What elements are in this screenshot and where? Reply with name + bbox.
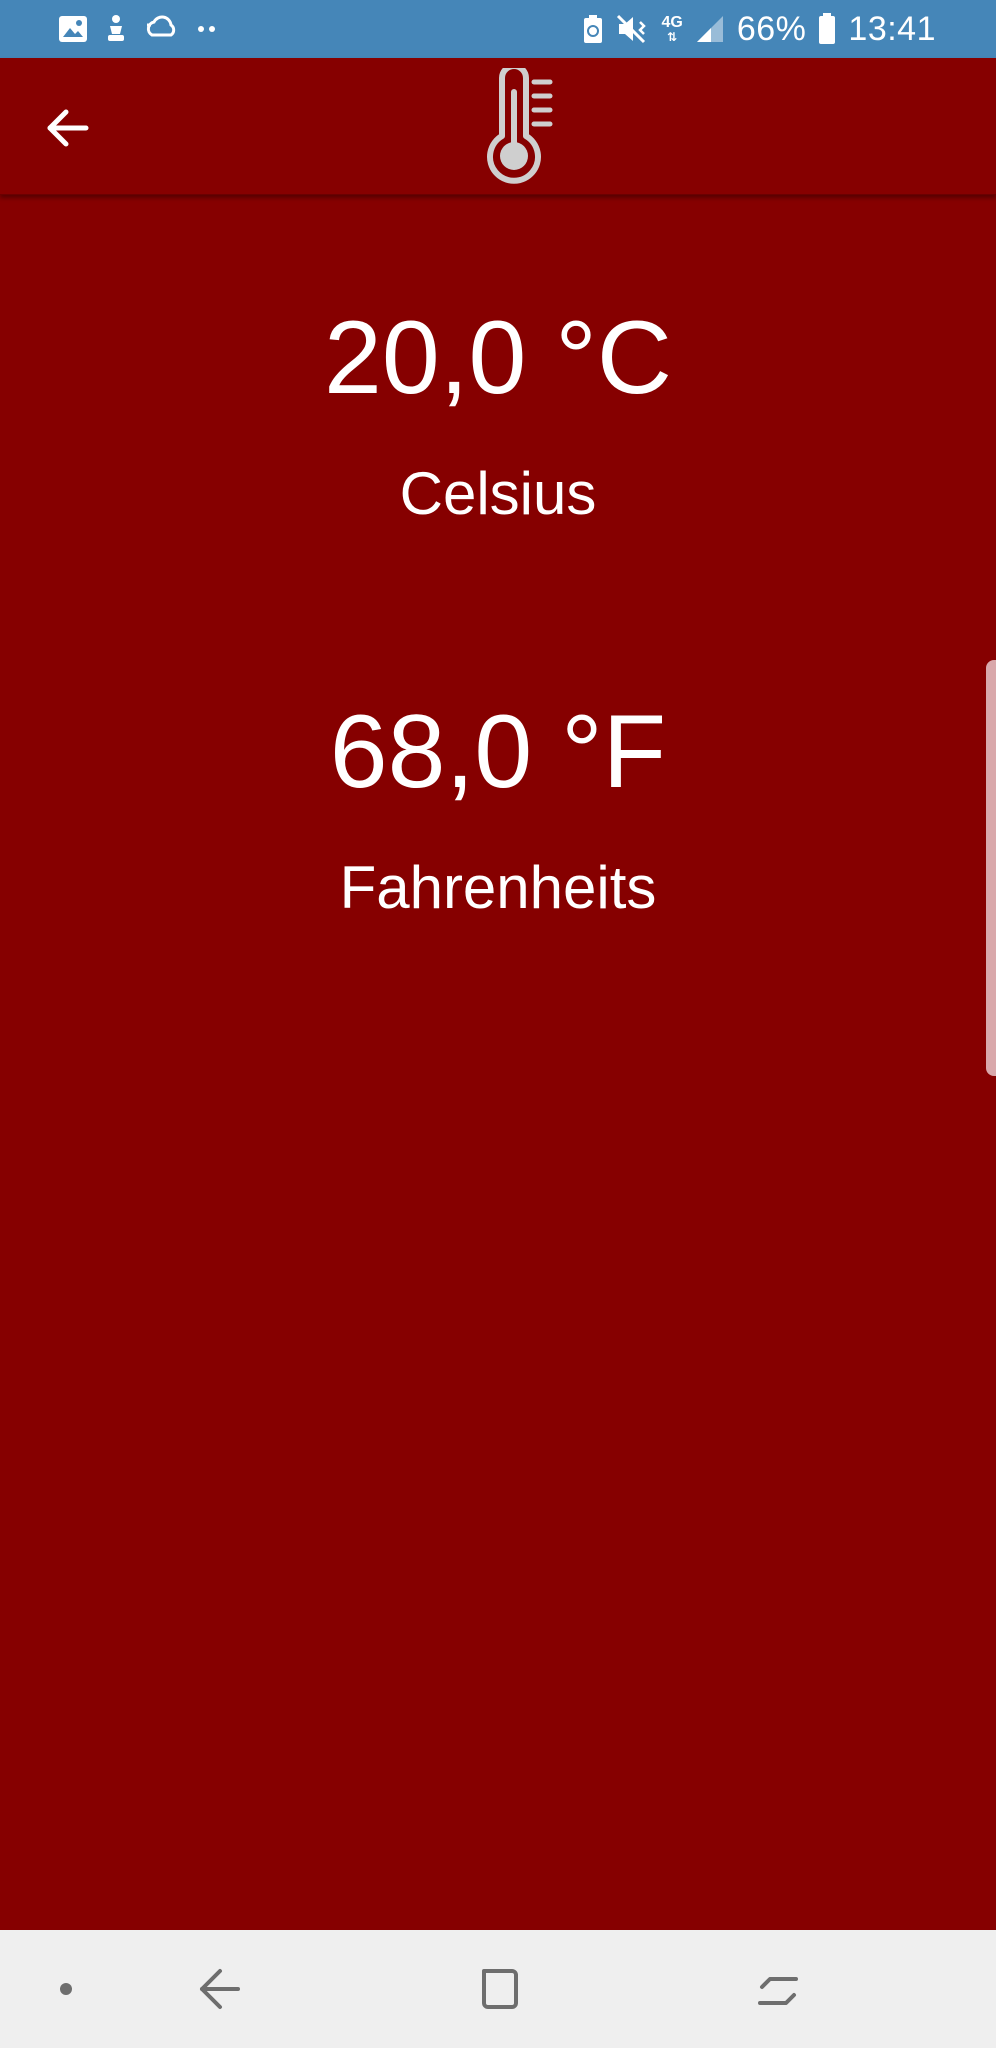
celsius-value: 20,0 °C: [323, 300, 672, 416]
battery-percent: 66%: [736, 9, 807, 48]
more-dots-icon: [198, 26, 215, 32]
clock: 13:41: [848, 9, 936, 48]
nav-recents-button[interactable]: [738, 1930, 818, 2048]
battery-saver-icon: [583, 15, 602, 43]
weather-cloud-icon: [146, 15, 176, 37]
nav-dot-icon: [60, 1983, 72, 1995]
fahrenheit-value: 68,0 °F: [329, 694, 667, 810]
battery-icon: [819, 13, 836, 44]
celsius-label: Celsius: [399, 460, 597, 527]
app-bar: [0, 58, 996, 195]
status-left-icons: [58, 14, 234, 44]
main-content: 20,0 °C Celsius 68,0 °F Fahrenheits: [0, 194, 996, 1930]
network-label: 4G: [661, 14, 683, 31]
status-bar: 4G ⇅ 66% 13:41: [0, 0, 996, 58]
signal-icon: [696, 16, 723, 42]
edge-panel-handle[interactable]: [986, 660, 996, 1076]
fahrenheit-label: Fahrenheits: [339, 854, 657, 921]
nav-back-icon: [200, 1969, 240, 2009]
vibrate-mute-icon: [616, 14, 646, 44]
arrow-left-icon: [47, 109, 89, 147]
thermometer-icon: [487, 68, 553, 184]
image-icon: [59, 16, 87, 42]
back-button[interactable]: [36, 96, 100, 160]
notification-figure-icon: [108, 15, 124, 41]
navigation-bar: [0, 1930, 996, 2048]
network-4g-icon: 4G ⇅: [661, 14, 683, 44]
nav-home-icon: [482, 1969, 518, 2009]
status-right-icons: 4G ⇅ 66% 13:41: [570, 10, 937, 49]
nav-recents-icon: [758, 1977, 798, 2005]
nav-dot-button[interactable]: [36, 1930, 96, 2048]
nav-back-button[interactable]: [180, 1930, 260, 2048]
nav-home-button[interactable]: [458, 1930, 538, 2048]
